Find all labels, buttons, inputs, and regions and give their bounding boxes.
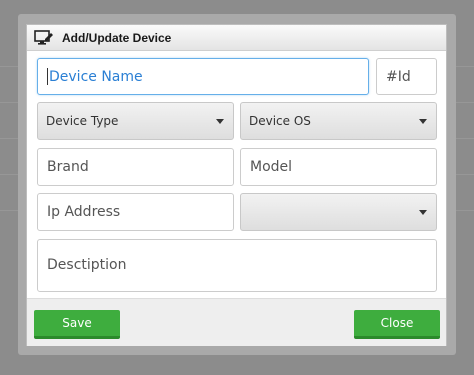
description-textarea[interactable]: Desctiption: [37, 239, 437, 292]
dialog-title-bar: Add/Update Device: [27, 25, 446, 51]
device-id-placeholder: #Id: [386, 68, 411, 85]
device-os-value: Device OS: [249, 114, 311, 128]
brand-input[interactable]: Brand: [37, 148, 234, 186]
save-button[interactable]: Save: [34, 310, 120, 339]
device-os-select[interactable]: Device OS: [240, 102, 437, 140]
ip-type-select[interactable]: [240, 193, 437, 231]
device-type-value: Device Type: [46, 114, 119, 128]
add-update-device-dialog: Add/Update Device Device Name #Id Device…: [26, 24, 447, 346]
model-input[interactable]: Model: [240, 148, 437, 186]
device-type-select[interactable]: Device Type: [37, 102, 234, 140]
dialog-footer: Save Close: [27, 298, 446, 346]
device-id-input[interactable]: #Id: [376, 58, 437, 95]
monitor-edit-icon: [34, 29, 54, 46]
device-name-placeholder: Device Name: [49, 68, 143, 85]
ip-address-input[interactable]: Ip Address: [37, 193, 234, 231]
brand-placeholder: Brand: [47, 159, 89, 175]
device-name-input[interactable]: Device Name: [37, 58, 369, 95]
text-caret: [47, 68, 48, 85]
chevron-down-icon: [419, 119, 427, 124]
chevron-down-icon: [216, 119, 224, 124]
ip-address-placeholder: Ip Address: [47, 204, 121, 220]
dialog-title: Add/Update Device: [62, 30, 172, 45]
close-button[interactable]: Close: [354, 310, 440, 339]
chevron-down-icon: [419, 210, 427, 215]
description-placeholder: Desctiption: [47, 257, 127, 273]
model-placeholder: Model: [250, 159, 293, 175]
